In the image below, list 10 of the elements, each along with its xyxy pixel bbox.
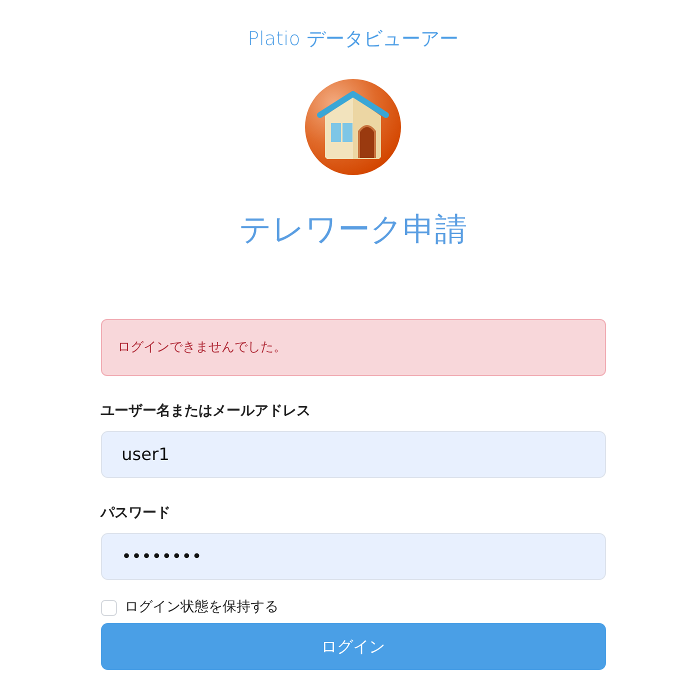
checkbox-label: ログイン状態を保持する <box>124 598 278 617</box>
error-alert: ログインできませんでした。 <box>100 319 606 376</box>
input-field[interactable]: user1 <box>100 431 606 478</box>
checkbox[interactable] <box>100 600 116 616</box>
input-field[interactable]: •••••••• <box>100 533 606 580</box>
app-title: Platio データビューアー <box>246 27 460 51</box>
house-icon <box>305 79 401 175</box>
field-label: パスワード <box>100 504 172 523</box>
page-title: テレワーク申請 <box>238 210 468 248</box>
field-label: ユーザー名またはメールアドレス <box>100 402 312 421</box>
